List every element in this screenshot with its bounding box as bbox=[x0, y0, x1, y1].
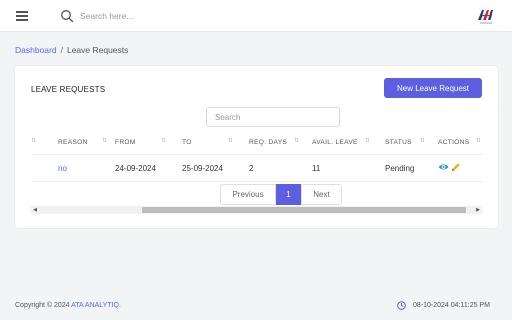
sort-icon[interactable]: ⇅ bbox=[31, 138, 36, 144]
column-header-actions: ACTIONS bbox=[438, 139, 470, 146]
pagination-next-button[interactable]: Next bbox=[301, 184, 342, 205]
sort-icon[interactable]: ⇅ bbox=[161, 138, 166, 144]
hamburger-menu-icon[interactable] bbox=[16, 11, 28, 21]
pagination: Previous 1 Next bbox=[220, 184, 342, 205]
column-header-status[interactable]: STATUS bbox=[385, 139, 412, 146]
clock-icon bbox=[397, 301, 406, 310]
global-search-input[interactable] bbox=[80, 8, 280, 24]
column-header-req-days[interactable]: REQ. DAYS bbox=[249, 139, 287, 146]
leave-requests-card: LEAVE REQUESTS New Leave Request ⇅ REASO… bbox=[15, 66, 498, 228]
cell-req-days: 2 bbox=[249, 164, 254, 173]
sort-icon[interactable]: ⇅ bbox=[294, 138, 299, 144]
sort-icon[interactable]: ⇅ bbox=[228, 138, 233, 144]
new-leave-request-button[interactable]: New Leave Request bbox=[384, 78, 482, 98]
edit-pencil-icon[interactable] bbox=[451, 162, 461, 172]
view-eye-icon[interactable] bbox=[438, 162, 449, 172]
column-header-to[interactable]: TO bbox=[182, 139, 192, 146]
footer: Copyright © 2024 ATA ANALYTIQ. 08-10-202… bbox=[0, 296, 512, 320]
scrollbar-thumb[interactable] bbox=[142, 207, 466, 213]
table-header-divider bbox=[31, 154, 482, 155]
column-header-avail-leave[interactable]: AVAIL. LEAVE bbox=[312, 139, 358, 146]
breadcrumb-dashboard-link[interactable]: Dashboard bbox=[15, 45, 57, 55]
sort-icon[interactable]: ⇅ bbox=[102, 138, 107, 144]
cell-status: Pending bbox=[385, 164, 415, 173]
company-logo[interactable] bbox=[476, 6, 496, 26]
card-title: LEAVE REQUESTS bbox=[31, 85, 106, 94]
cell-avail-leave: 11 bbox=[312, 164, 321, 173]
copyright-text: Copyright © 2024 ATA ANALYTIQ. bbox=[15, 302, 121, 309]
copyright-prefix: Copyright © 2024 bbox=[15, 302, 70, 309]
pagination-page-1[interactable]: 1 bbox=[276, 184, 301, 205]
table-row-divider bbox=[31, 181, 482, 182]
cell-reason[interactable]: no bbox=[58, 164, 67, 173]
pagination-previous-button[interactable]: Previous bbox=[220, 184, 276, 205]
brand-link[interactable]: ATA ANALYTIQ. bbox=[71, 302, 121, 309]
column-header-reason[interactable]: REASON bbox=[58, 139, 88, 146]
table-search-input[interactable] bbox=[206, 107, 340, 127]
cell-from: 24-09-2024 bbox=[115, 164, 156, 173]
sort-icon[interactable]: ⇅ bbox=[365, 138, 370, 144]
breadcrumb-current: Leave Requests bbox=[66, 45, 129, 55]
horizontal-scrollbar[interactable]: ◀ ▶ bbox=[31, 206, 482, 214]
scroll-right-arrow-icon[interactable]: ▶ bbox=[474, 206, 482, 214]
current-datetime: 08-10-2024 04:11:25 PM bbox=[413, 302, 490, 309]
search-icon[interactable] bbox=[60, 9, 74, 23]
scroll-left-arrow-icon[interactable]: ◀ bbox=[31, 206, 39, 214]
breadcrumb: Dashboard / Leave Requests bbox=[15, 45, 128, 55]
column-header-from[interactable]: FROM bbox=[115, 139, 136, 146]
top-navbar bbox=[0, 0, 512, 32]
cell-to: 25-09-2024 bbox=[182, 164, 223, 173]
sort-icon[interactable]: ⇅ bbox=[476, 138, 481, 144]
breadcrumb-separator: / bbox=[60, 45, 63, 55]
sort-icon[interactable]: ⇅ bbox=[420, 138, 425, 144]
